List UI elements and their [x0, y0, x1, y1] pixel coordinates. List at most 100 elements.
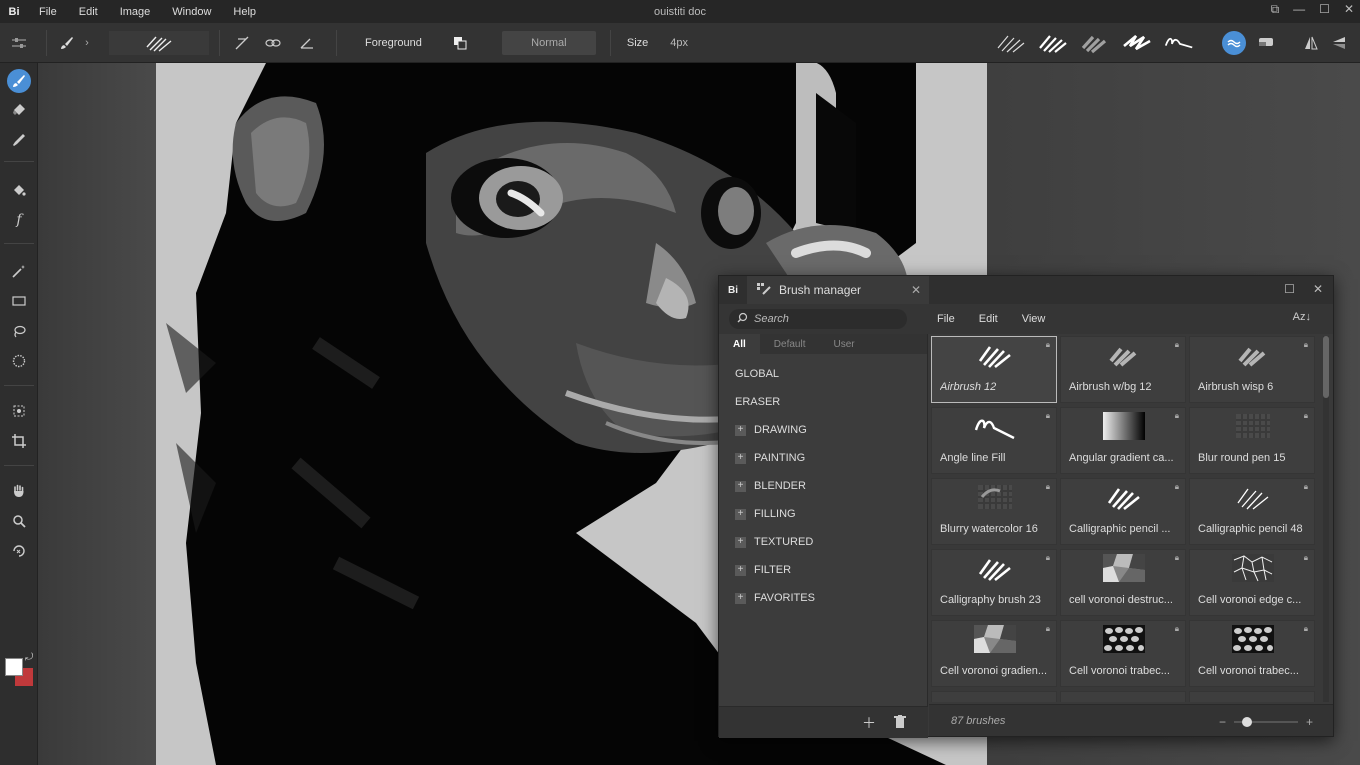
- brush-cell[interactable]: 🔒︎ Airbrush wisp 6: [1189, 336, 1315, 403]
- dotted-circle-select-icon[interactable]: [7, 349, 31, 373]
- category-textured[interactable]: + TEXTURED: [719, 528, 927, 556]
- thumbnail-size-slider[interactable]: − +: [1219, 715, 1313, 729]
- quick-brush-2[interactable]: [1038, 32, 1068, 54]
- minimize-icon[interactable]: —: [1293, 2, 1305, 17]
- add-icon[interactable]: ＋: [862, 713, 876, 733]
- panel-menu-view[interactable]: View: [1022, 313, 1046, 325]
- swap-colors-icon[interactable]: ⤾: [25, 652, 33, 663]
- zoom-out-icon[interactable]: −: [1219, 715, 1226, 729]
- brush-cell[interactable]: 🔒︎ Angular gradient ca...: [1060, 407, 1186, 474]
- stroke-smoothing-icon[interactable]: [228, 36, 256, 50]
- fill-bucket-tool-icon[interactable]: [7, 178, 31, 202]
- brush-name: Airbrush 12: [940, 381, 997, 393]
- lock-icon: 🔒︎: [1174, 553, 1179, 562]
- eyedropper-tool-icon[interactable]: [7, 128, 31, 152]
- menu-image[interactable]: Image: [109, 6, 162, 18]
- category-painting[interactable]: + PAINTING: [719, 444, 927, 472]
- menu-file[interactable]: File: [28, 6, 68, 18]
- zoom-in-icon[interactable]: +: [1306, 715, 1313, 729]
- crop-tool-icon[interactable]: [7, 429, 31, 453]
- brush-cell[interactable]: 🔒︎ Calligraphic pencil 48: [1189, 478, 1315, 545]
- panel-tab-brush-manager[interactable]: Brush manager ✕: [747, 276, 929, 304]
- category-global[interactable]: GLOBAL: [719, 360, 927, 388]
- brush-cell[interactable]: 🔒︎ Airbrush 12: [931, 336, 1057, 403]
- tab-close-icon[interactable]: ✕: [911, 283, 921, 297]
- rotate-view-tool-icon[interactable]: [7, 539, 31, 563]
- link-icon[interactable]: [256, 37, 290, 49]
- menu-window[interactable]: Window: [161, 6, 222, 18]
- expand-icon[interactable]: +: [735, 564, 746, 576]
- brush-cell[interactable]: 🔒︎ Calligraphy brush 23: [931, 549, 1057, 616]
- brush-cell[interactable]: 🔒︎ Cell voronoi edge c...: [1189, 549, 1315, 616]
- search-field[interactable]: Search: [729, 309, 907, 329]
- filter-tab-user[interactable]: User: [819, 334, 868, 354]
- angle-icon[interactable]: [290, 36, 324, 50]
- maximize-icon[interactable]: ☐: [1319, 2, 1330, 17]
- brush-cell[interactable]: [1189, 691, 1315, 702]
- brush-cell[interactable]: 🔒︎ Calligraphic pencil ...: [1060, 478, 1186, 545]
- category-favorites[interactable]: + FAVORITES: [719, 584, 927, 612]
- brush-cell[interactable]: 🔒︎ Cell voronoi gradien...: [931, 620, 1057, 687]
- category-eraser[interactable]: ERASER: [719, 388, 927, 416]
- category-filling[interactable]: + FILLING: [719, 500, 927, 528]
- panel-close-icon[interactable]: ✕: [1313, 282, 1323, 296]
- brush-cell[interactable]: 🔒︎ Airbrush w/bg 12: [1060, 336, 1186, 403]
- size-value[interactable]: 4px: [670, 37, 688, 49]
- panel-maximize-icon[interactable]: ☐: [1284, 282, 1295, 296]
- menu-edit[interactable]: Edit: [68, 6, 109, 18]
- quick-brush-5[interactable]: [1164, 32, 1194, 54]
- brush-cell[interactable]: 🔒︎ Blur round pen 15: [1189, 407, 1315, 474]
- current-brush-preview[interactable]: [109, 30, 209, 55]
- brush-grid-scrollbar[interactable]: [1323, 336, 1329, 702]
- restore-icon[interactable]: ⧉: [1271, 2, 1280, 17]
- panel-titlebar[interactable]: Bi Brush manager ✕ ☐ ✕: [719, 276, 1333, 304]
- brush-cell[interactable]: 🔒︎ Cell voronoi trabec...: [1189, 620, 1315, 687]
- expand-icon[interactable]: +: [735, 592, 746, 604]
- trash-icon[interactable]: [894, 714, 906, 731]
- brush-cell[interactable]: [1060, 691, 1186, 702]
- flip-horizontal-icon[interactable]: [1302, 36, 1320, 50]
- brush-cell[interactable]: [931, 691, 1057, 702]
- menu-help[interactable]: Help: [222, 6, 267, 18]
- expand-icon[interactable]: +: [735, 536, 746, 548]
- filter-tab-default[interactable]: Default: [760, 334, 820, 354]
- expand-icon[interactable]: +: [735, 480, 746, 492]
- foreground-color-swatch[interactable]: [5, 658, 23, 676]
- expand-icon[interactable]: +: [735, 508, 746, 520]
- eraser-tool-icon[interactable]: [7, 98, 31, 122]
- brush-cell[interactable]: 🔒︎ cell voronoi destruc...: [1060, 549, 1186, 616]
- brush-count: 87 brushes: [951, 714, 1006, 727]
- brush-cell[interactable]: 🔒︎ Cell voronoi trabec...: [1060, 620, 1186, 687]
- transform-tool-icon[interactable]: [7, 399, 31, 423]
- magic-wand-tool-icon[interactable]: [7, 259, 31, 283]
- zoom-tool-icon[interactable]: [7, 509, 31, 533]
- sliders-icon[interactable]: [0, 37, 38, 49]
- category-filter[interactable]: + FILTER: [719, 556, 927, 584]
- expand-icon[interactable]: +: [735, 424, 746, 436]
- lasso-tool-icon[interactable]: [7, 319, 31, 343]
- quick-brush-3[interactable]: [1080, 32, 1110, 54]
- brush-cell[interactable]: 🔒︎ Blurry watercolor 16: [931, 478, 1057, 545]
- expand-icon[interactable]: +: [735, 452, 746, 464]
- rectangle-select-tool-icon[interactable]: [7, 289, 31, 313]
- brush-icon[interactable]: [55, 36, 79, 50]
- panel-menu-file[interactable]: File: [937, 313, 955, 325]
- brush-tool-icon[interactable]: [7, 69, 31, 93]
- brush-manager-icon[interactable]: [1222, 31, 1246, 55]
- filter-fx-tool-icon[interactable]: f: [7, 208, 31, 232]
- chevron-right-icon[interactable]: ›: [79, 37, 95, 49]
- panel-menu-edit[interactable]: Edit: [979, 313, 998, 325]
- hand-tool-icon[interactable]: [7, 479, 31, 503]
- blend-mode-select[interactable]: Normal: [501, 30, 596, 55]
- brush-cell[interactable]: 🔒︎ Angle line Fill: [931, 407, 1057, 474]
- category-drawing[interactable]: + DRAWING: [719, 416, 927, 444]
- quick-brush-4[interactable]: [1122, 32, 1152, 54]
- close-icon[interactable]: ✕: [1344, 2, 1354, 17]
- sort-az-button[interactable]: Az↓: [1293, 311, 1311, 323]
- fg-bg-swap-icon[interactable]: [450, 36, 470, 50]
- category-blender[interactable]: + BLENDER: [719, 472, 927, 500]
- filter-tab-all[interactable]: All: [719, 334, 760, 354]
- quick-brush-1[interactable]: [996, 32, 1026, 54]
- flip-vertical-icon[interactable]: [1330, 36, 1348, 50]
- eraser-mode-icon[interactable]: [1256, 36, 1276, 48]
